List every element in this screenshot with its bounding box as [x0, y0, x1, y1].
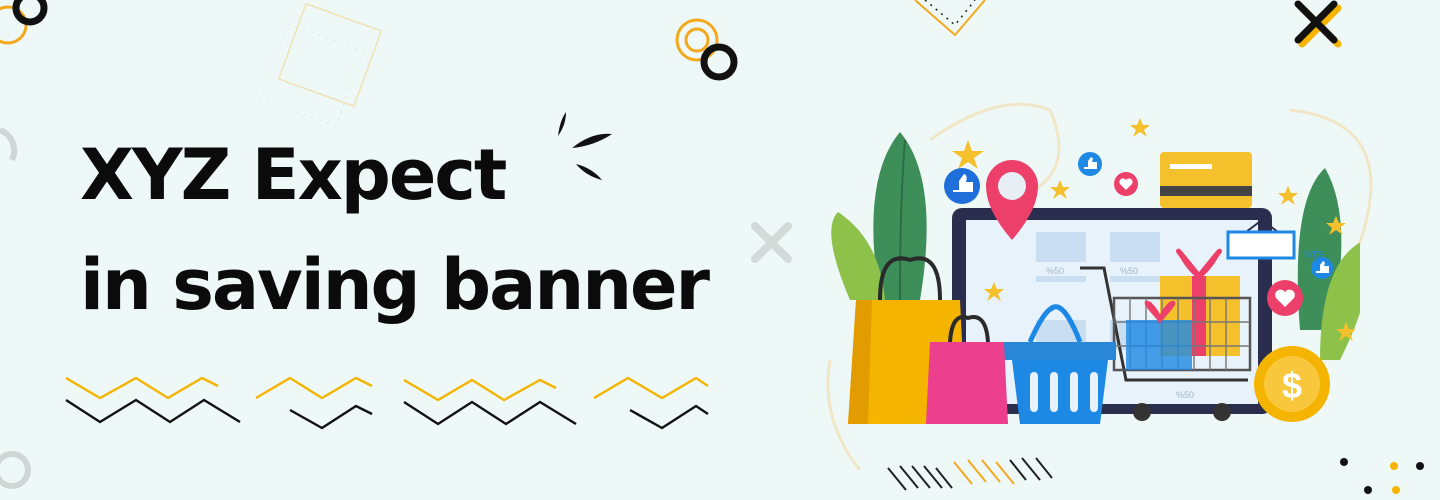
- promo-banner: XYZ Expect in saving banner %50 %50 NTS …: [0, 0, 1440, 500]
- credit-card-icon: [1160, 152, 1252, 208]
- headline-line-2: in saving banner: [80, 244, 710, 326]
- screen-price-1: %50: [1046, 266, 1064, 276]
- ring-icon: [675, 18, 738, 81]
- ring-icon: [0, 0, 48, 45]
- ring-icon: [0, 451, 31, 489]
- dots-decoration: [1340, 458, 1424, 494]
- shopping-illustration: %50 %50 NTS %50 $: [831, 118, 1360, 424]
- sign-text: NTS: [1304, 250, 1324, 261]
- zigzag-decoration: [65, 376, 709, 430]
- dollar-coin-icon: $: [1254, 346, 1330, 422]
- dotted-diamond-decoration: [260, 2, 383, 127]
- cross-icon: [1294, 0, 1342, 48]
- cross-icon: [751, 222, 792, 263]
- hatch-decoration: [887, 457, 1053, 491]
- coin-symbol: $: [1282, 365, 1302, 406]
- headline-line-1: XYZ Expect: [80, 134, 507, 216]
- dotted-diamond-decoration: [914, 0, 986, 37]
- ring-icon: [0, 127, 18, 162]
- screen-price-2: %50: [1120, 266, 1138, 276]
- cart-label: %50: [1176, 390, 1194, 400]
- sparkle-decoration: [558, 112, 612, 180]
